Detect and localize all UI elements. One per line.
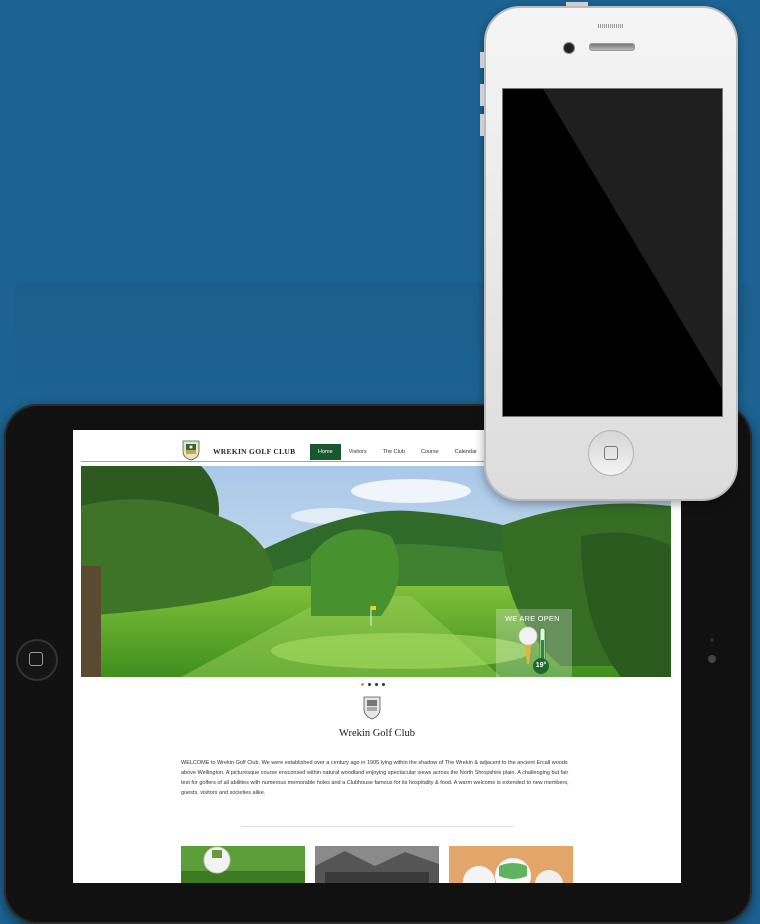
nav-course[interactable]: Course [413, 444, 447, 460]
club-title: Wrekin Golf Club [339, 728, 415, 739]
iphone-power-button [566, 2, 588, 6]
home-square-icon [29, 652, 43, 666]
site-name[interactable]: WREKIN GOLF CLUB [213, 447, 295, 456]
nav-visitors[interactable]: Visitors [341, 444, 375, 460]
thumbnail-golf-balls[interactable] [449, 846, 573, 883]
nav-calendar[interactable]: Calendar [447, 444, 485, 460]
ipad-sensor [710, 638, 714, 642]
home-square-icon [604, 446, 618, 460]
iphone-top-grill [598, 24, 624, 28]
nav-home[interactable]: Home [310, 444, 341, 460]
iphone-screen-glare [543, 89, 722, 389]
iphone-home-button-icon[interactable] [588, 430, 634, 476]
slider-dot-2[interactable] [368, 683, 371, 686]
iphone-volume-down [480, 114, 484, 136]
we-are-open-label: WE ARE OPEN [505, 614, 560, 623]
slider-dot-1[interactable] [361, 683, 364, 686]
nav-the-club[interactable]: The Club [375, 444, 413, 460]
content-divider [241, 826, 513, 827]
slider-dots [361, 683, 385, 686]
ipad-camera [708, 655, 716, 663]
temperature-badge: 19° [533, 658, 549, 674]
iphone-mute-switch [480, 52, 484, 68]
thumbnail-golf-ball[interactable] [181, 846, 305, 883]
welcome-text: WELCOME to Wrekin Golf Club. We were est… [181, 760, 569, 796]
ipad-home-button-icon[interactable] [16, 639, 58, 681]
iphone-volume-up [480, 84, 484, 106]
slider-dot-3[interactable] [375, 683, 378, 686]
iphone-screen [502, 88, 723, 417]
iphone-speaker [589, 43, 635, 51]
golf-club-crest-icon [363, 696, 381, 720]
main-nav: Home Visitors The Club Course Calendar M [310, 444, 506, 460]
thumbnail-history-photo[interactable] [315, 846, 439, 883]
slider-dot-4[interactable] [382, 683, 385, 686]
iphone-front-camera [563, 42, 575, 54]
